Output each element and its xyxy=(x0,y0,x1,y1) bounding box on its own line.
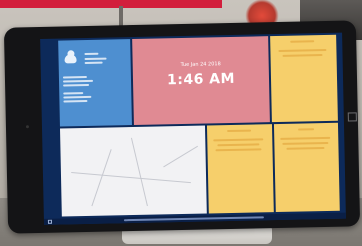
tablet-device: Tue Jan 24 2018 1:46 AM xyxy=(3,20,361,234)
notes-tile[interactable] xyxy=(270,34,338,123)
weather-tile[interactable] xyxy=(58,39,132,127)
cloud-icon xyxy=(64,54,77,64)
info-tile-right[interactable] xyxy=(273,122,340,213)
clock-tile[interactable]: Tue Jan 24 2018 1:46 AM xyxy=(132,36,270,126)
windows-button-icon[interactable] xyxy=(347,112,357,122)
corner-banner xyxy=(0,0,222,8)
map-tile[interactable] xyxy=(60,125,207,217)
clock-time: 1:46 AM xyxy=(166,70,236,89)
start-icon[interactable] xyxy=(47,219,52,224)
tablet-screen: Tue Jan 24 2018 1:46 AM xyxy=(40,32,346,225)
front-camera xyxy=(25,125,29,129)
photo-scene: Tue Jan 24 2018 1:46 AM xyxy=(0,0,362,246)
clock-date: Tue Jan 24 2018 xyxy=(180,61,221,69)
info-tile-middle[interactable] xyxy=(206,124,274,214)
